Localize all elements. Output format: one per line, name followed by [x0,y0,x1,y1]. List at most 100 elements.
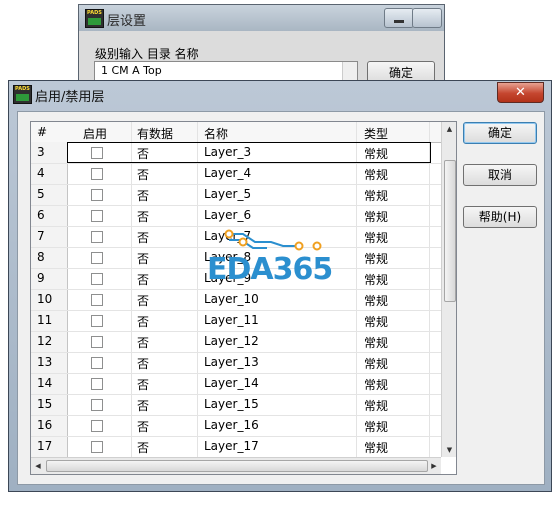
table-row[interactable]: 15 否 Layer_15 常规 [31,394,441,416]
has-data-cell: 否 [137,357,150,371]
layer-type-cell: 常规 [364,378,389,392]
table-row[interactable]: 13 否 Layer_13 常规 [31,352,441,374]
enable-checkbox[interactable] [91,168,103,180]
scroll-right-icon[interactable]: ▶ [429,461,439,471]
layer-type-cell: 常规 [364,315,389,329]
row-number: 16 [37,418,53,432]
scroll-left-icon[interactable]: ◀ [33,461,43,471]
layer-name-cell: Layer_10 [204,292,259,306]
maximize-button[interactable] [412,8,442,28]
table-row[interactable]: 10 否 Layer_10 常规 [31,289,441,311]
watermark-text: EDA365 [207,252,333,287]
pads-app-icon: PADS [13,85,32,104]
enable-checkbox[interactable] [91,399,103,411]
row-number: 6 [37,208,45,222]
layer-name-cell: Layer_13 [204,355,259,369]
has-data-cell: 否 [137,399,150,413]
horizontal-scrollbar[interactable]: ◀ ▶ [31,457,441,474]
dialog-client-area: # 启用 有数据 名称 类型 3 否 Layer_3 常规 4 否 Layer_4 常规 5 否 L… [17,111,545,485]
table-row[interactable]: 14 否 Layer_14 常规 [31,373,441,395]
has-data-cell: 否 [137,420,150,434]
row-number: 3 [37,145,45,159]
layer-type-cell: 常规 [364,420,389,434]
row-number: 10 [37,292,53,306]
has-data-cell: 否 [137,210,150,224]
title-bar[interactable]: PADS 启用/禁用层 ✕ [9,81,551,107]
has-data-cell: 否 [137,441,150,455]
enable-checkbox[interactable] [91,252,103,264]
has-data-cell: 否 [137,294,150,308]
enable-checkbox[interactable] [91,294,103,306]
cancel-button[interactable]: 取消 [463,164,537,186]
layer-type-cell: 常规 [364,147,389,161]
table-row[interactable]: 11 否 Layer_11 常规 [31,310,441,332]
layer-type-cell: 常规 [364,441,389,455]
window-title: 层设置 [107,14,147,29]
table-header: # 启用 有数据 名称 类型 [31,122,441,143]
row-number: 9 [37,271,45,285]
enable-checkbox[interactable] [91,336,103,348]
vertical-scrollbar[interactable]: ▲ ▼ [441,122,456,457]
enable-checkbox[interactable] [91,273,103,285]
has-data-cell: 否 [137,252,150,266]
layer-name-cell: Layer_6 [204,208,252,222]
enable-checkbox[interactable] [91,420,103,432]
eda365-watermark: EDA365 [207,222,337,287]
layer-name-cell: Layer_11 [204,313,259,327]
scroll-thumb[interactable] [444,160,456,302]
has-data-cell: 否 [137,315,150,329]
enable-checkbox[interactable] [91,147,103,159]
dialog-title: 启用/禁用层 [35,90,105,105]
row-number: 14 [37,376,53,390]
table-row[interactable]: 3 否 Layer_3 常规 [31,142,441,164]
enable-checkbox[interactable] [91,357,103,369]
list-header: 级别输入 目录 名称 [95,47,199,61]
enable-checkbox[interactable] [91,441,103,453]
close-icon: ✕ [515,85,526,100]
ok-button[interactable]: 确定 [463,122,537,144]
layer-type-cell: 常规 [364,189,389,203]
row-number: 7 [37,229,45,243]
row-number: 11 [37,313,53,327]
enable-checkbox[interactable] [91,231,103,243]
has-data-cell: 否 [137,378,150,392]
scroll-up-icon[interactable]: ▲ [444,124,455,134]
close-button[interactable]: ✕ [497,82,544,103]
col-header-number: # [37,125,48,139]
layer-name-cell: Layer_17 [204,439,259,453]
pads-app-icon: PADS [85,9,104,28]
hscroll-thumb[interactable] [46,460,428,472]
row-number: 13 [37,355,53,369]
enable-checkbox[interactable] [91,210,103,222]
scroll-down-icon[interactable]: ▼ [444,445,455,455]
app-icon-text: PADS [87,10,102,16]
enable-checkbox[interactable] [91,378,103,390]
layer-name-cell: Layer_5 [204,187,252,201]
table-row[interactable]: 17 否 Layer_17 常规 [31,436,441,458]
enable-checkbox[interactable] [91,315,103,327]
row-number: 17 [37,439,53,453]
row-number: 12 [37,334,53,348]
col-header-name: 名称 [204,127,229,141]
enable-checkbox[interactable] [91,189,103,201]
layer-type-cell: 常规 [364,168,389,182]
row-number: 5 [37,187,45,201]
table-row[interactable]: 4 否 Layer_4 常规 [31,163,441,185]
has-data-cell: 否 [137,189,150,203]
layer-name-cell: Layer_12 [204,334,259,348]
minimize-button[interactable] [384,8,414,28]
has-data-cell: 否 [137,147,150,161]
help-button[interactable]: 帮助(H) [463,206,537,228]
table-row[interactable]: 5 否 Layer_5 常规 [31,184,441,206]
layers-table[interactable]: # 启用 有数据 名称 类型 3 否 Layer_3 常规 4 否 Layer_4 常规 5 否 L… [30,121,457,475]
list-item[interactable]: 1 CM A Top [101,64,162,77]
title-bar[interactable]: PADS 层设置 [79,5,444,31]
layer-type-cell: 常规 [364,336,389,350]
layer-type-cell: 常规 [364,294,389,308]
col-header-has-data: 有数据 [137,127,174,141]
table-row[interactable]: 16 否 Layer_16 常规 [31,415,441,437]
table-row[interactable]: 12 否 Layer_12 常规 [31,331,441,353]
col-header-enabled: 启用 [83,127,108,141]
layer-name-cell: Layer_16 [204,418,259,432]
layer-type-cell: 常规 [364,252,389,266]
